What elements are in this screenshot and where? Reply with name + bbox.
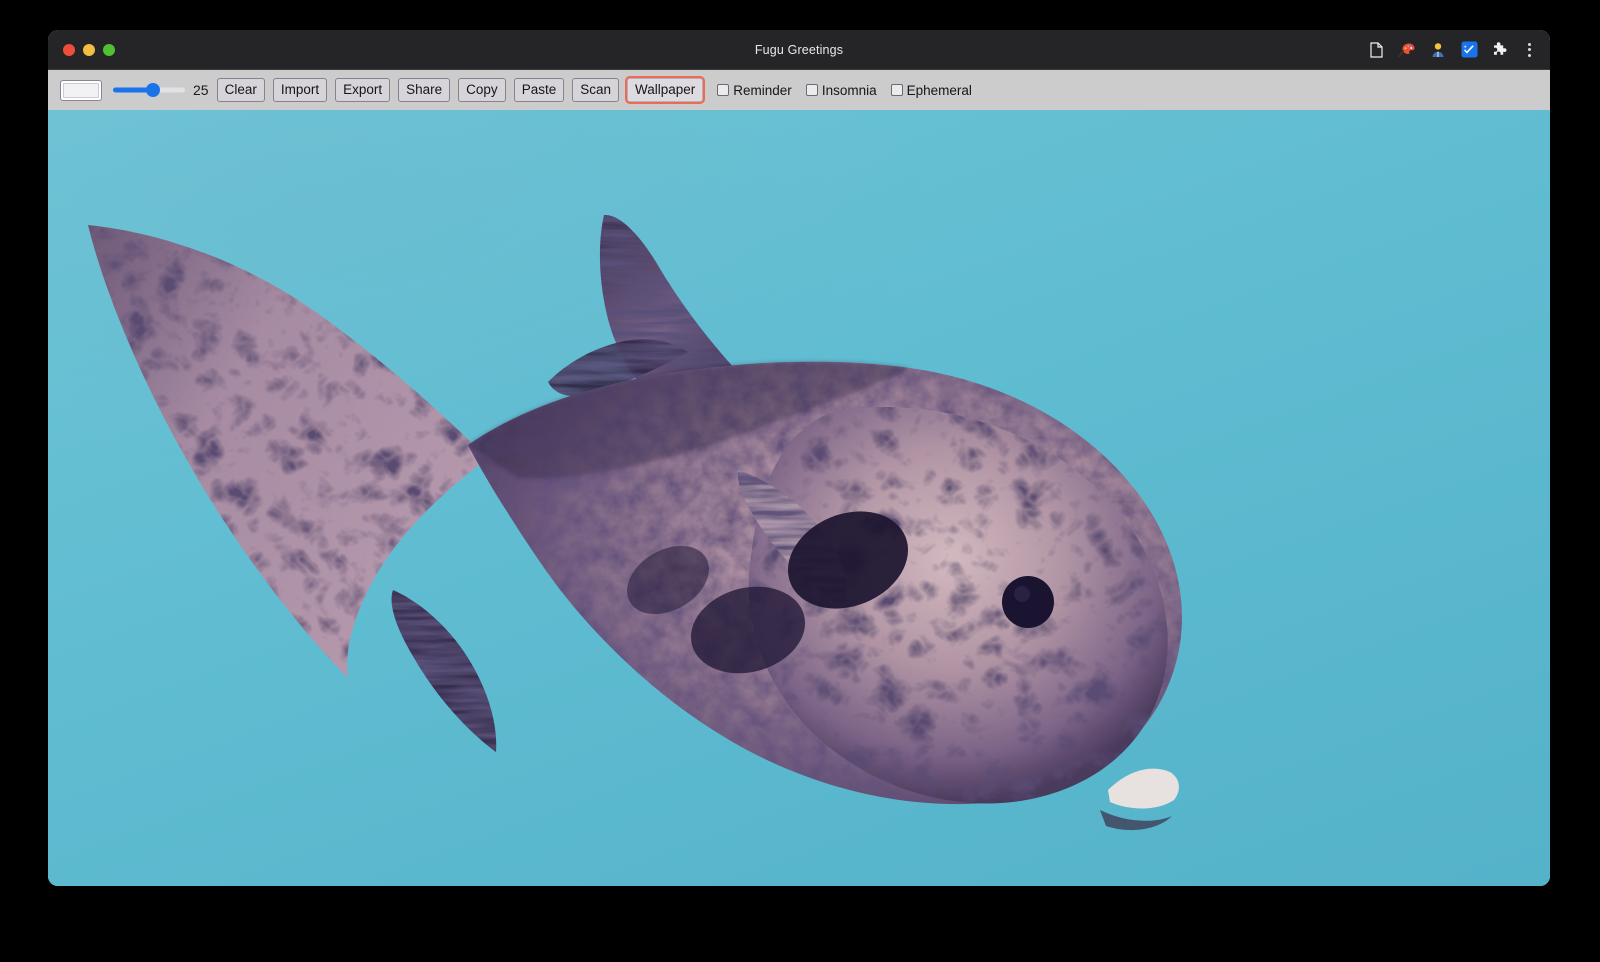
insomnia-checkbox-box[interactable]: [806, 84, 818, 96]
fish-mouth: [1100, 769, 1179, 831]
export-button[interactable]: Export: [335, 78, 390, 102]
app-window: Fugu Greetings: [48, 30, 1550, 886]
ephemeral-checkbox-box[interactable]: [891, 84, 903, 96]
reminder-checkbox-box[interactable]: [717, 84, 729, 96]
page-icon[interactable]: [1366, 40, 1386, 60]
reminder-checkbox[interactable]: Reminder: [711, 83, 796, 98]
palette-icon[interactable]: [1397, 40, 1417, 60]
share-button[interactable]: Share: [398, 78, 450, 102]
slider-value-label: 25: [193, 82, 209, 98]
pufferfish-image: [48, 110, 1550, 886]
drawing-canvas[interactable]: [48, 110, 1550, 886]
person-icon[interactable]: [1428, 40, 1448, 60]
reminder-checkbox-label: Reminder: [733, 83, 792, 98]
minimize-button[interactable]: [83, 44, 95, 56]
copy-button[interactable]: Copy: [458, 78, 506, 102]
titlebar-actions: [1366, 30, 1537, 69]
scan-button[interactable]: Scan: [572, 78, 619, 102]
pufferfish-svg: [48, 110, 1550, 886]
overflow-menu-icon[interactable]: [1521, 40, 1537, 60]
ephemeral-checkbox-label: Ephemeral: [907, 83, 972, 98]
insomnia-checkbox[interactable]: Insomnia: [800, 83, 881, 98]
size-slider[interactable]: [113, 80, 185, 100]
paste-button[interactable]: Paste: [514, 78, 565, 102]
import-button[interactable]: Import: [273, 78, 327, 102]
ephemeral-checkbox[interactable]: Ephemeral: [885, 83, 976, 98]
window-controls: [48, 44, 115, 56]
puzzle-icon[interactable]: [1490, 40, 1510, 60]
screen: Fugu Greetings: [0, 0, 1600, 962]
maximize-button[interactable]: [103, 44, 115, 56]
slider-thumb[interactable]: [146, 83, 160, 97]
slider-fill: [113, 88, 150, 93]
close-button[interactable]: [63, 44, 75, 56]
page-title: Fugu Greetings: [48, 43, 1550, 57]
wallpaper-button[interactable]: Wallpaper: [627, 78, 703, 102]
title-bar: Fugu Greetings: [48, 30, 1550, 69]
toolbar: 25 Clear Import Export Share Copy Paste …: [48, 69, 1550, 110]
insomnia-checkbox-label: Insomnia: [822, 83, 877, 98]
color-picker-input[interactable]: [60, 80, 102, 101]
sparkle-badge-icon[interactable]: [1459, 40, 1479, 60]
clear-button[interactable]: Clear: [217, 78, 265, 102]
